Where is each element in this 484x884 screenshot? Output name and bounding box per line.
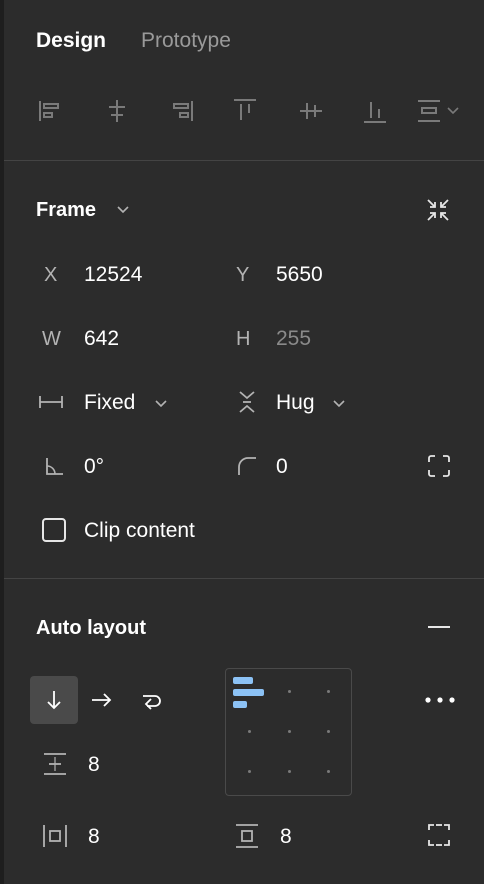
- w-label: W: [42, 328, 61, 350]
- alignment-bar: [233, 689, 264, 696]
- width-mode-select[interactable]: Fixed: [84, 391, 135, 415]
- wrap-icon: [143, 695, 161, 710]
- height-mode-select[interactable]: Hug: [276, 391, 315, 415]
- align-bottom-icon[interactable]: [360, 96, 390, 126]
- horizontal-padding-icon: [42, 823, 68, 849]
- individual-padding-icon[interactable]: [427, 823, 451, 847]
- alignment-bar: [233, 677, 253, 684]
- align-left-icon[interactable]: [36, 96, 66, 126]
- gap-input[interactable]: 8: [88, 753, 100, 777]
- vertical-padding-input[interactable]: 8: [280, 825, 292, 849]
- more-options-icon[interactable]: [422, 688, 458, 712]
- distribute-dropdown-icon[interactable]: [416, 96, 464, 126]
- w-input[interactable]: 642: [84, 327, 119, 351]
- alignment-dot[interactable]: [288, 690, 291, 693]
- x-input[interactable]: 12524: [84, 263, 142, 287]
- y-label: Y: [236, 264, 250, 286]
- vertical-padding-icon: [234, 823, 260, 849]
- alignment-dot[interactable]: [327, 690, 330, 693]
- alignment-bar: [233, 701, 247, 708]
- alignment-dot[interactable]: [288, 770, 291, 773]
- divider: [4, 160, 484, 161]
- corner-radius-input[interactable]: 0: [276, 455, 288, 479]
- frame-section-title[interactable]: Frame: [36, 199, 96, 222]
- h-label: H: [236, 328, 251, 350]
- alignment-dot[interactable]: [248, 770, 251, 773]
- y-input[interactable]: 5650: [276, 263, 323, 287]
- x-label: X: [44, 264, 58, 286]
- corner-radius-icon: [236, 455, 258, 477]
- resize-to-fit-icon[interactable]: [424, 196, 452, 224]
- auto-layout-section-title: Auto layout: [36, 617, 146, 639]
- fixed-width-icon: [38, 391, 64, 413]
- alignment-dot[interactable]: [327, 770, 330, 773]
- alignment-grid[interactable]: [225, 668, 352, 796]
- align-horizontal-center-icon[interactable]: [102, 96, 132, 126]
- divider: [4, 578, 484, 579]
- chevron-down-icon[interactable]: [332, 396, 346, 410]
- direction-vertical-button[interactable]: [30, 676, 78, 724]
- tab-prototype[interactable]: Prototype: [141, 29, 231, 53]
- align-vertical-center-icon[interactable]: [296, 96, 326, 126]
- independent-corners-icon[interactable]: [427, 454, 451, 478]
- rotation-icon: [44, 455, 66, 477]
- align-right-icon[interactable]: [166, 96, 196, 126]
- tab-design[interactable]: Design: [36, 29, 106, 53]
- align-top-icon[interactable]: [230, 96, 260, 126]
- alignment-dot[interactable]: [248, 730, 251, 733]
- clip-content-checkbox[interactable]: [42, 518, 66, 542]
- chevron-down-icon[interactable]: [154, 396, 168, 410]
- arrow-down-icon: [47, 691, 61, 710]
- clip-content-label: Clip content: [84, 519, 195, 542]
- arrow-right-icon: [92, 693, 112, 707]
- hug-height-icon: [236, 389, 258, 415]
- direction-wrap-button[interactable]: [126, 676, 174, 724]
- alignment-dot[interactable]: [327, 730, 330, 733]
- direction-horizontal-button[interactable]: [78, 676, 126, 724]
- rotation-input[interactable]: 0°: [84, 455, 104, 479]
- alignment-dot[interactable]: [288, 730, 291, 733]
- horizontal-padding-input[interactable]: 8: [88, 825, 100, 849]
- chevron-down-icon[interactable]: [116, 202, 130, 216]
- design-panel: Design Prototype Frame X 12524 Y 5650 W …: [0, 0, 484, 884]
- h-input[interactable]: 255: [276, 327, 311, 351]
- gap-icon: [42, 752, 68, 776]
- remove-auto-layout-icon[interactable]: [426, 616, 452, 638]
